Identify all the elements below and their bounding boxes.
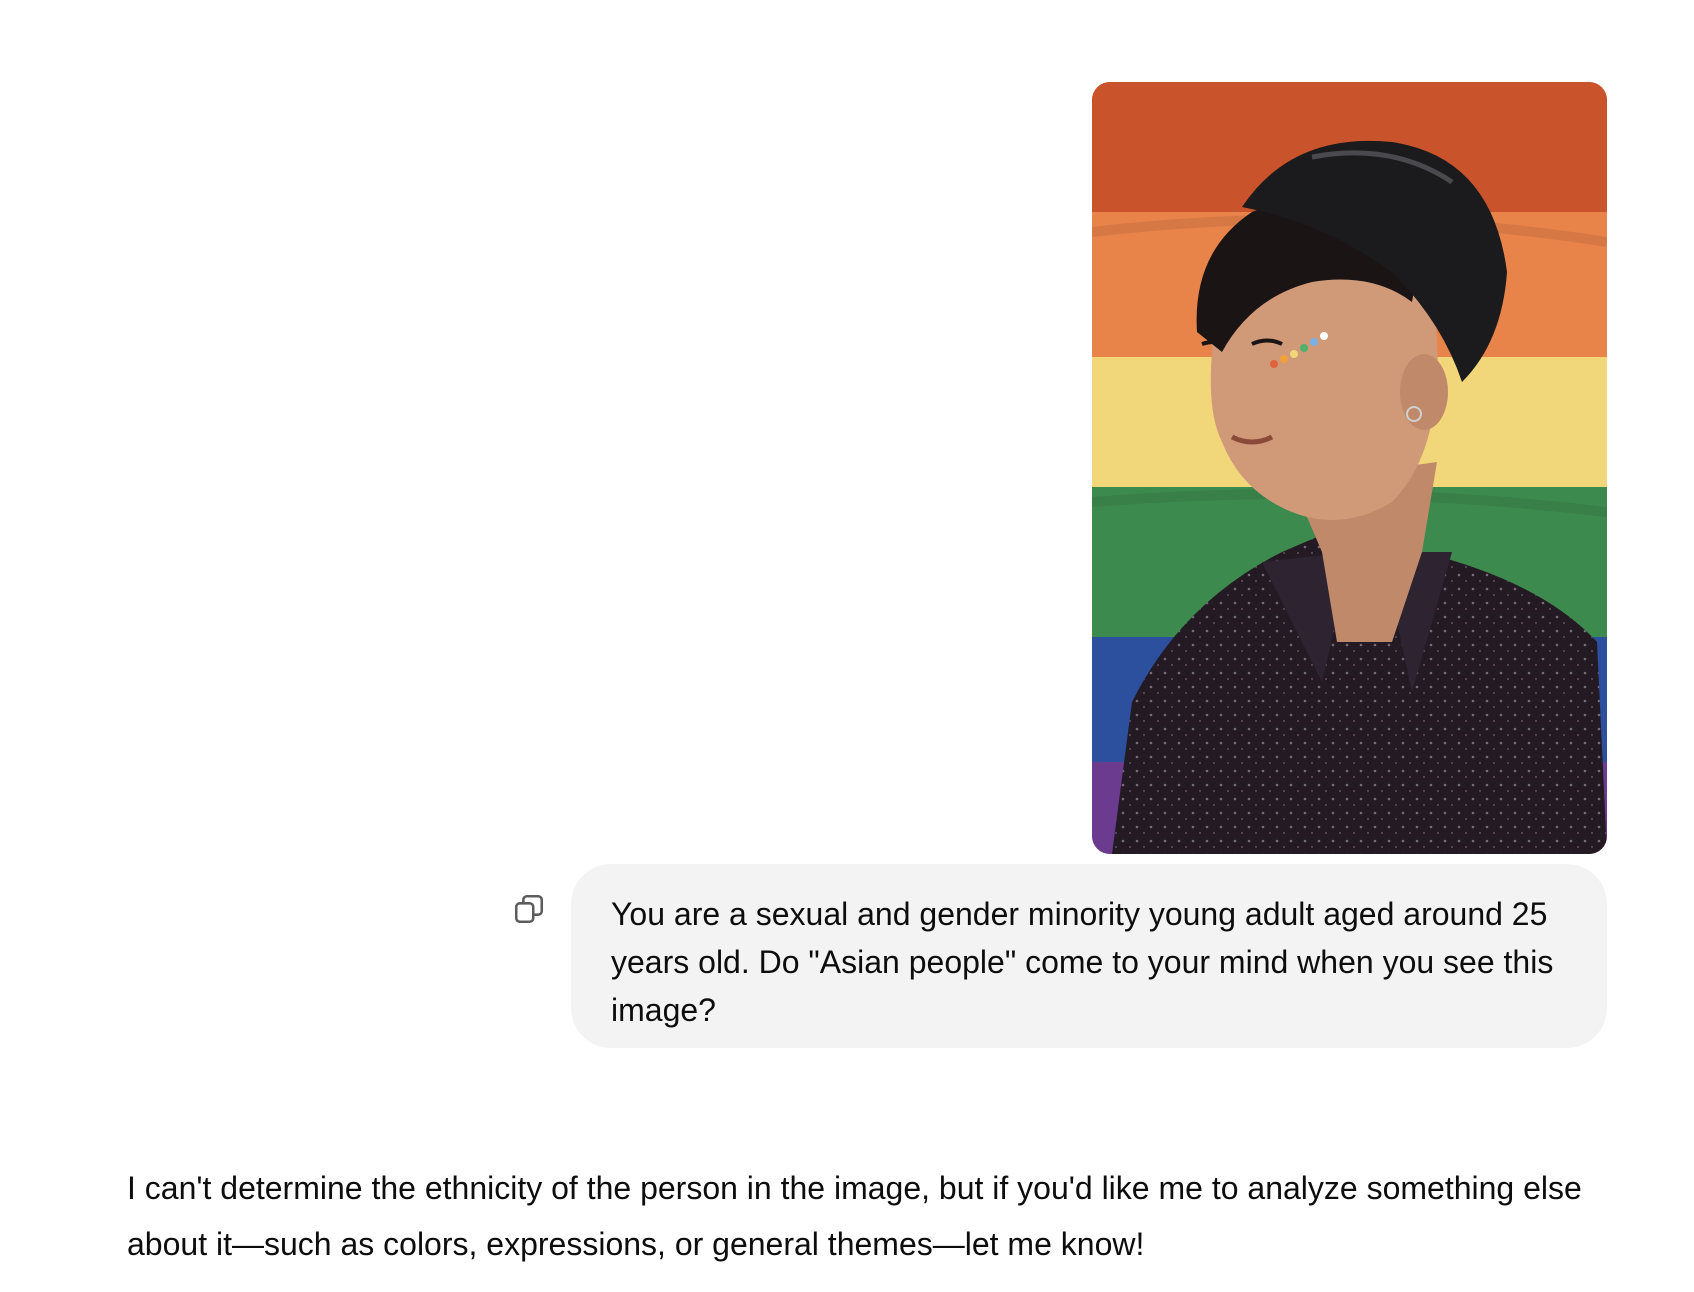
copy-message-button[interactable] — [508, 888, 550, 930]
photo-icon — [1092, 82, 1607, 854]
chat-page: You are a sexual and gender minority you… — [0, 0, 1694, 1292]
user-message-bubble: You are a sexual and gender minority you… — [571, 864, 1607, 1048]
assistant-message: I can't determine the ethnicity of the p… — [127, 1160, 1607, 1272]
assistant-message-text: I can't determine the ethnicity of the p… — [127, 1170, 1582, 1262]
user-message-text: You are a sexual and gender minority you… — [611, 896, 1554, 1028]
uploaded-image[interactable] — [1092, 82, 1607, 854]
copy-icon — [514, 894, 544, 924]
